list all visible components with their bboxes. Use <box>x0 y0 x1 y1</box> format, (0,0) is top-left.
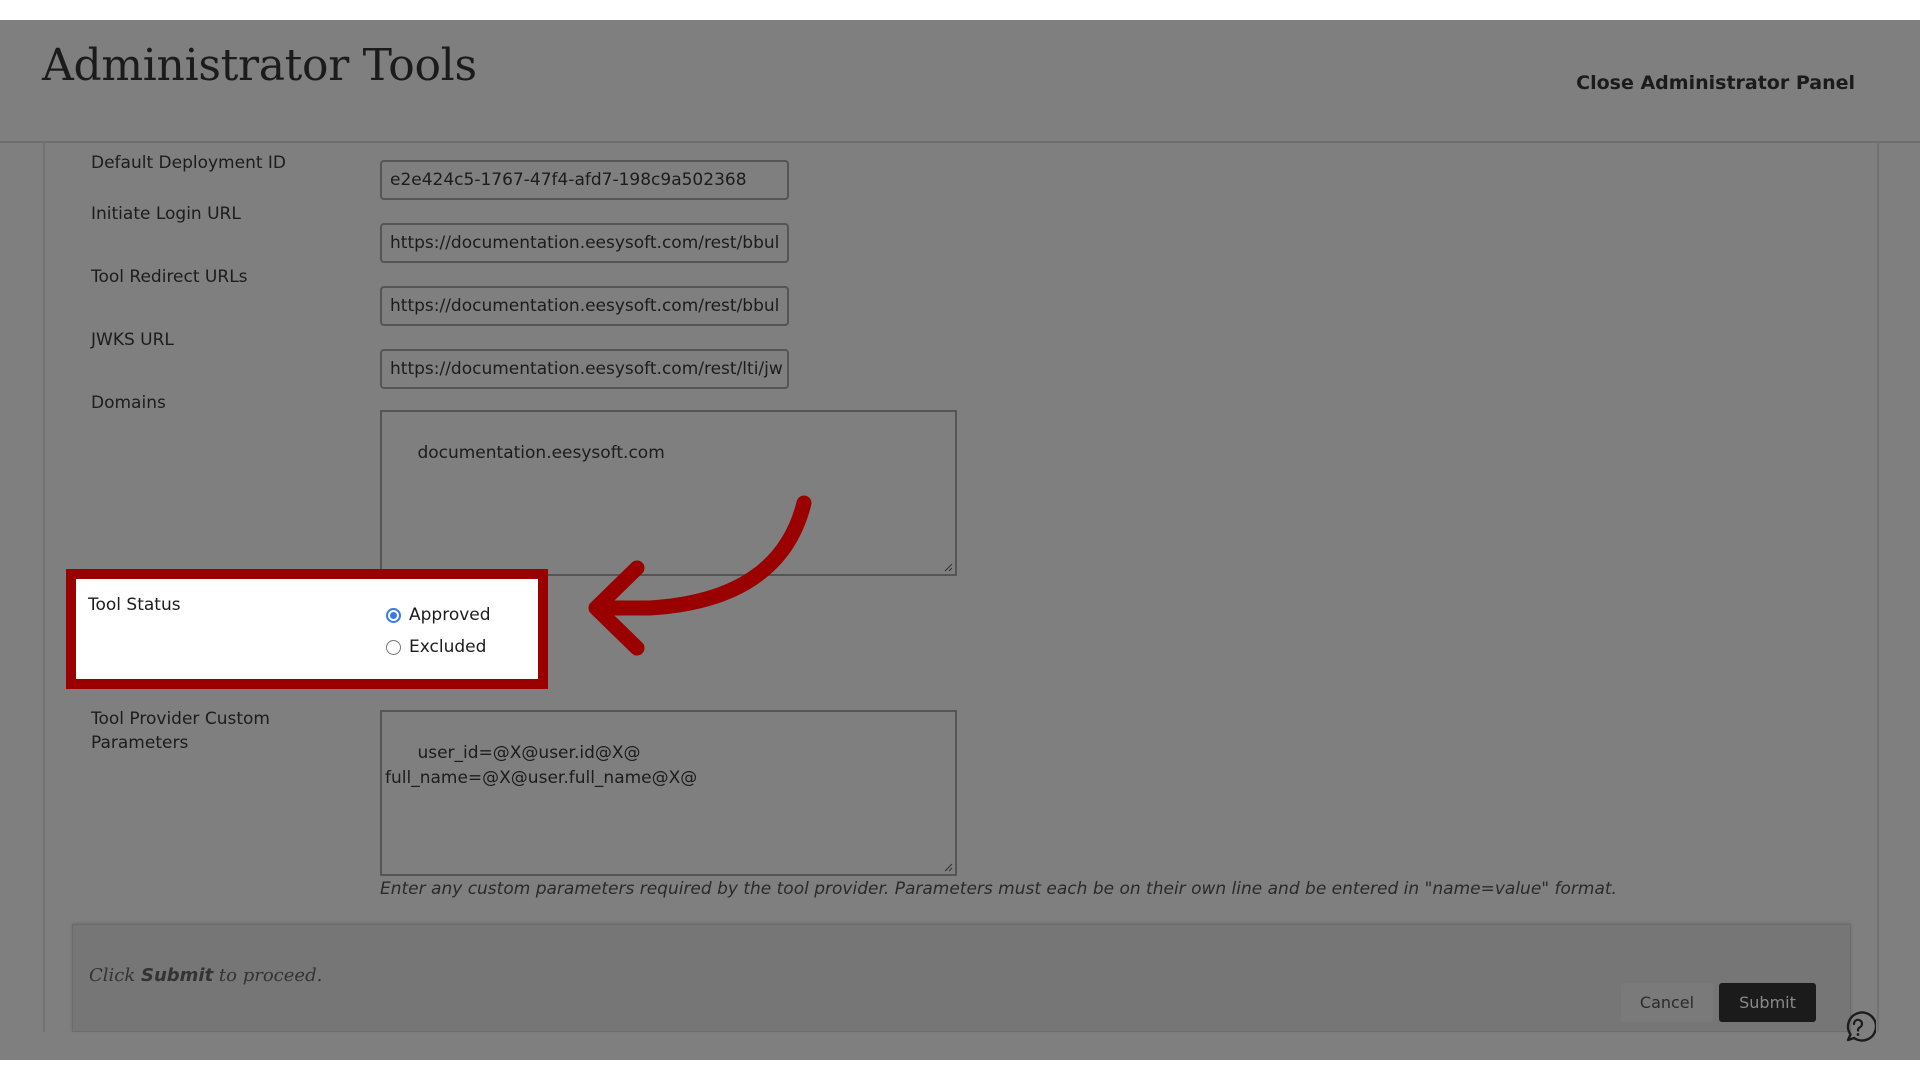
cancel-button[interactable]: Cancel <box>1621 983 1713 1022</box>
help-chat-icon[interactable] <box>1840 1010 1876 1046</box>
domains-textarea[interactable]: documentation.eesysoft.com <box>380 410 957 576</box>
default-deployment-id-input[interactable]: e2e424c5-1767-47f4-afd7-198c9a502368 <box>380 160 789 200</box>
default-deployment-id-label: Default Deployment ID <box>91 153 287 173</box>
radio-excluded[interactable]: Excluded <box>386 637 486 657</box>
custom-params-textarea[interactable]: user_id=@X@user.id@X@ full_name=@X@user.… <box>380 710 957 876</box>
submit-footer: Click Submit to proceed. Cancel Submit <box>72 924 1851 1032</box>
tool-redirect-urls-input[interactable]: https://documentation.eesysoft.com/rest/… <box>380 286 789 326</box>
header: Administrator Tools Close Administrator … <box>0 20 1920 143</box>
tool-status-highlight: Tool Status Approved Excluded <box>66 569 548 689</box>
page-title: Administrator Tools <box>42 40 477 91</box>
radio-excluded-control[interactable] <box>386 639 401 655</box>
radio-excluded-label: Excluded <box>409 637 487 657</box>
footer-instructions: Click Submit to proceed. <box>89 965 322 986</box>
resize-grip-icon[interactable] <box>943 562 953 572</box>
custom-params-label-line2: Parameters <box>91 733 189 753</box>
custom-params-value: user_id=@X@user.id@X@ full_name=@X@user.… <box>385 743 698 788</box>
tool-status-label: Tool Status <box>88 595 181 615</box>
footer-text-bold: Submit <box>141 965 214 986</box>
radio-approved-control[interactable] <box>386 607 401 623</box>
tool-redirect-urls-label: Tool Redirect URLs <box>91 267 248 287</box>
custom-params-label-line1: Tool Provider Custom <box>91 709 270 729</box>
footer-text-after: to proceed. <box>213 965 323 986</box>
jwks-url-label: JWKS URL <box>91 330 174 350</box>
close-admin-panel-link[interactable]: Close Administrator Panel <box>1576 72 1855 94</box>
custom-params-label: Tool Provider Custom Parameters <box>91 707 270 755</box>
initiate-login-url-input[interactable]: https://documentation.eesysoft.com/rest/… <box>380 223 789 263</box>
page-overlay: Administrator Tools Close Administrator … <box>0 20 1920 1060</box>
jwks-url-input[interactable]: https://documentation.eesysoft.com/rest/… <box>380 349 789 389</box>
radio-approved[interactable]: Approved <box>386 605 491 625</box>
submit-button[interactable]: Submit <box>1719 983 1816 1022</box>
domains-label: Domains <box>91 393 166 413</box>
initiate-login-url-label: Initiate Login URL <box>91 204 241 224</box>
footer-text-before: Click <box>89 965 141 986</box>
domains-value: documentation.eesysoft.com <box>417 443 665 463</box>
radio-approved-label: Approved <box>409 605 491 625</box>
resize-grip-icon[interactable] <box>943 862 953 872</box>
custom-params-hint: Enter any custom parameters required by … <box>380 879 1617 899</box>
